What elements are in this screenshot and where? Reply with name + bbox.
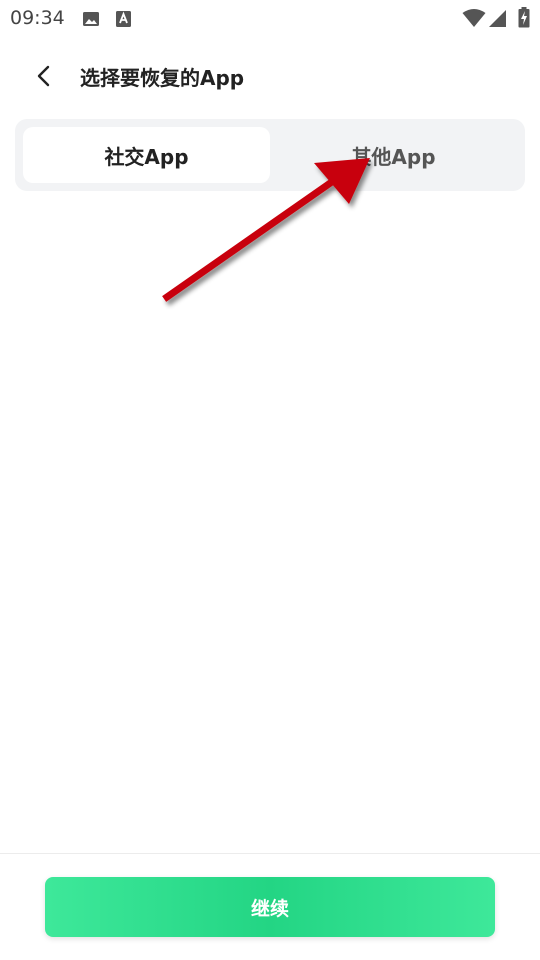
- image-icon: [82, 10, 100, 32]
- continue-button[interactable]: 继续: [45, 877, 495, 937]
- back-button[interactable]: [22, 56, 66, 100]
- status-time: 09:34: [10, 7, 65, 29]
- signal-icon: [488, 9, 507, 32]
- app-bar: 选择要恢复的App: [0, 50, 540, 100]
- tab-social-apps[interactable]: 社交App: [23, 127, 270, 183]
- footer-divider: [0, 853, 540, 854]
- status-bar: 09:34: [0, 0, 540, 38]
- back-chevron-icon: [36, 64, 52, 92]
- battery-charging-icon: [518, 7, 530, 32]
- text-a-icon: [115, 10, 132, 32]
- tab-other-apps[interactable]: 其他App: [270, 127, 517, 183]
- app-category-tabs: 社交App 其他App: [15, 119, 525, 191]
- page-title: 选择要恢复的App: [80, 66, 245, 90]
- wifi-icon: [462, 9, 486, 32]
- annotation-arrow-shaft: [162, 174, 341, 302]
